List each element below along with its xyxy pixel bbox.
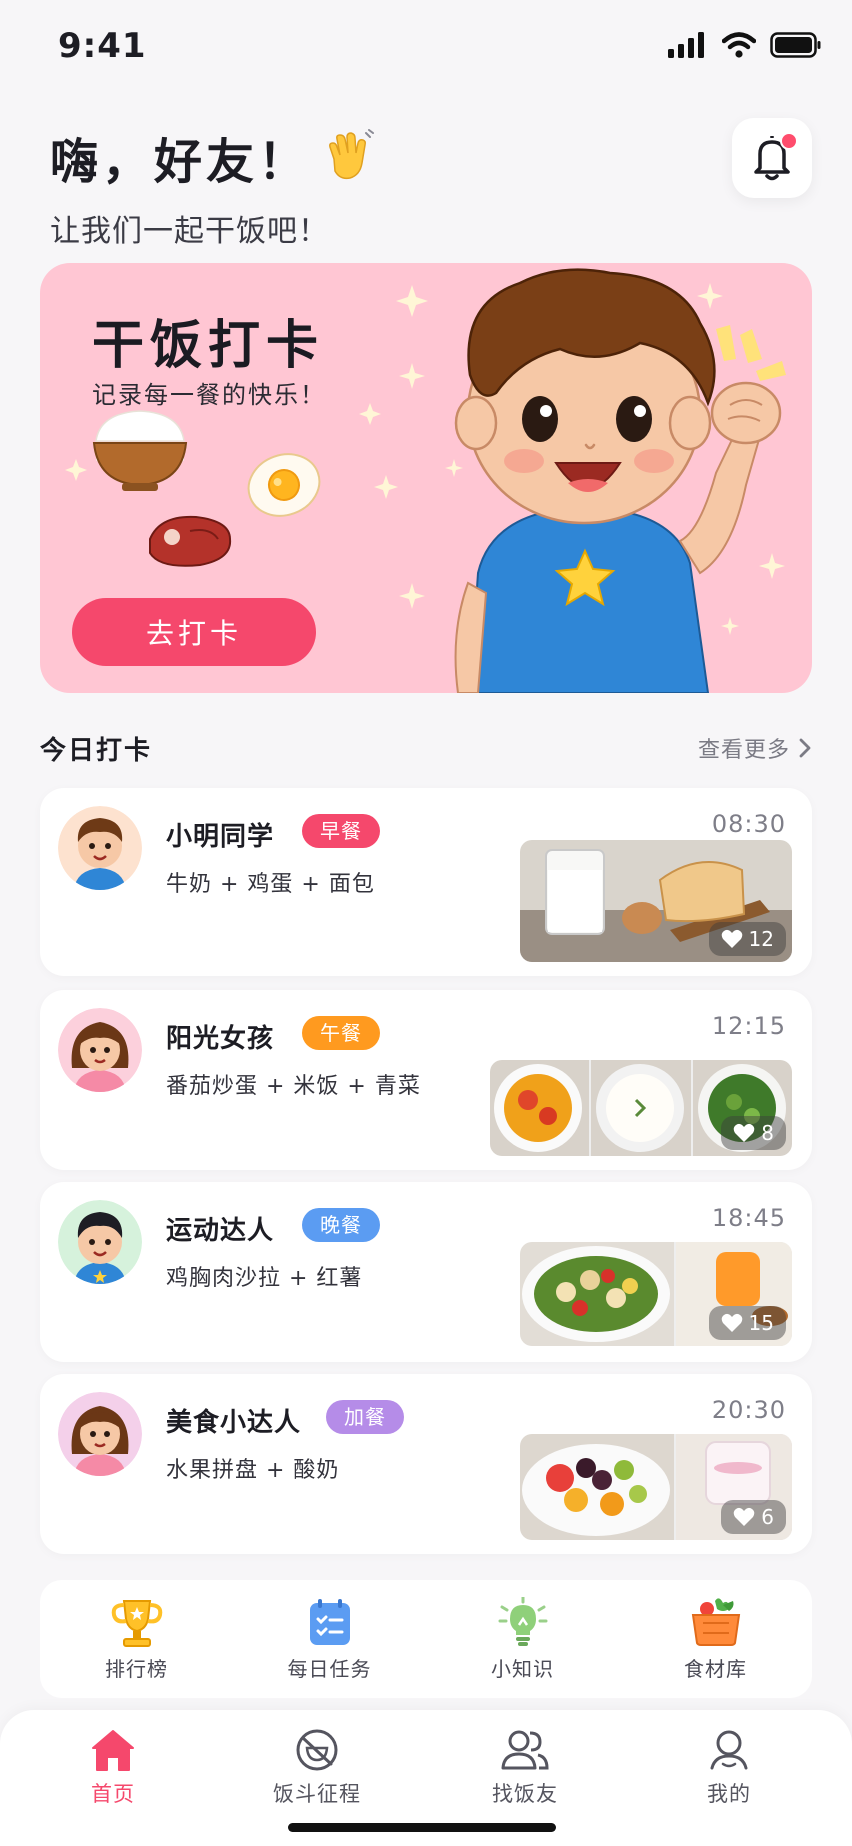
quick-label: 食材库 bbox=[684, 1656, 747, 1681]
home-indicator bbox=[288, 1823, 556, 1832]
checkin-card[interactable]: 美食小达人 加餐 水果拼盘 + 酸奶 20:30 6 bbox=[40, 1374, 812, 1554]
quick-actions: 排行榜 每日任务 小知识 食材库 bbox=[40, 1580, 812, 1698]
notification-dot bbox=[780, 132, 798, 150]
greeting-subtitle: 让我们一起干饭吧！ bbox=[50, 214, 329, 249]
quick-item-leaderboard[interactable]: 排行榜 bbox=[62, 1597, 212, 1682]
checkin-time: 08:30 bbox=[711, 810, 786, 838]
meal-tag: 早餐 bbox=[302, 814, 380, 848]
friends-icon bbox=[501, 1730, 549, 1770]
avatar bbox=[58, 1008, 142, 1092]
heart-icon bbox=[733, 1507, 755, 1526]
quick-item-daily-tasks[interactable]: 每日任务 bbox=[255, 1597, 405, 1682]
lightbulb-icon bbox=[498, 1596, 547, 1646]
likes-badge[interactable]: 15 bbox=[708, 1306, 786, 1340]
quick-label: 排行榜 bbox=[105, 1656, 168, 1681]
meal-description: 牛奶 + 鸡蛋 + 面包 bbox=[166, 872, 375, 897]
avatar bbox=[58, 1200, 142, 1284]
view-more-link[interactable]: 查看更多 bbox=[698, 732, 812, 764]
quick-item-tips[interactable]: 小知识 bbox=[448, 1596, 598, 1682]
trophy-icon bbox=[111, 1599, 162, 1647]
user-name: 运动达人 bbox=[166, 1216, 275, 1246]
meal-description: 鸡胸肉沙拉 + 红薯 bbox=[166, 1266, 363, 1291]
vegetable-basket-icon bbox=[691, 1597, 740, 1646]
wifi-icon bbox=[722, 32, 756, 58]
avatar bbox=[58, 806, 142, 890]
meal-tag: 晚餐 bbox=[302, 1208, 380, 1242]
bowl-journey-icon bbox=[296, 1729, 338, 1771]
likes-count: 6 bbox=[761, 1505, 774, 1529]
task-list-icon bbox=[309, 1598, 350, 1645]
tab-label: 找饭友 bbox=[492, 1782, 558, 1806]
chevron-right-icon bbox=[799, 738, 811, 758]
heart-icon bbox=[721, 929, 742, 948]
waving-hand-icon bbox=[329, 129, 375, 180]
meal-photo[interactable]: 15 bbox=[520, 1242, 792, 1346]
meal-tag: 午餐 bbox=[302, 1016, 380, 1050]
likes-count: 12 bbox=[748, 927, 774, 951]
tab-journey[interactable]: 饭斗征程 bbox=[242, 1728, 392, 1808]
meal-description: 水果拼盘 + 酸奶 bbox=[166, 1458, 340, 1483]
status-icons bbox=[668, 32, 822, 58]
meal-photo[interactable]: 8 bbox=[490, 1060, 792, 1156]
meal-photo[interactable]: 12 bbox=[520, 840, 792, 962]
section-title: 今日打卡 bbox=[40, 736, 153, 766]
greeting-title: 嗨，好友！ bbox=[50, 134, 311, 190]
avatar bbox=[58, 1392, 142, 1476]
user-name: 美食小达人 bbox=[166, 1408, 302, 1438]
notification-button[interactable] bbox=[732, 118, 812, 198]
meal-tag: 加餐 bbox=[326, 1400, 404, 1434]
quick-label: 小知识 bbox=[491, 1656, 554, 1681]
checkin-card[interactable]: 小明同学 早餐 牛奶 + 鸡蛋 + 面包 08:30 12 bbox=[40, 788, 812, 976]
tab-profile[interactable]: 我的 bbox=[654, 1728, 804, 1808]
battery-icon bbox=[770, 32, 821, 58]
status-bar: 9:41 bbox=[0, 0, 852, 90]
likes-count: 8 bbox=[761, 1121, 774, 1145]
meal-photo[interactable]: 6 bbox=[520, 1434, 792, 1540]
tab-home[interactable]: 首页 bbox=[38, 1728, 188, 1808]
quick-item-ingredients[interactable]: 食材库 bbox=[641, 1597, 791, 1682]
user-name: 小明同学 bbox=[166, 822, 275, 852]
tab-label: 我的 bbox=[707, 1782, 751, 1806]
signal-icon bbox=[668, 32, 704, 58]
tab-label: 首页 bbox=[91, 1782, 135, 1806]
likes-count: 15 bbox=[748, 1311, 774, 1335]
checkin-time: 18:45 bbox=[711, 1204, 786, 1232]
checkin-time: 20:30 bbox=[711, 1396, 786, 1424]
tab-label: 饭斗征程 bbox=[273, 1782, 361, 1806]
profile-icon bbox=[710, 1730, 748, 1770]
checkin-card[interactable]: 运动达人 晚餐 鸡胸肉沙拉 + 红薯 18:45 15 bbox=[40, 1182, 812, 1362]
user-name: 阳光女孩 bbox=[166, 1024, 275, 1054]
checkin-time: 12:15 bbox=[711, 1012, 786, 1040]
quick-label: 每日任务 bbox=[287, 1656, 372, 1681]
heart-icon bbox=[733, 1123, 755, 1142]
greeting-title-row: 嗨，好友！ bbox=[50, 122, 376, 192]
checkin-banner: 干饭打卡 记录每一餐的快乐！ 去打卡 bbox=[40, 263, 812, 693]
likes-badge[interactable]: 8 bbox=[721, 1116, 786, 1150]
meal-description: 番茄炒蛋 + 米饭 + 青菜 bbox=[166, 1074, 421, 1099]
view-more-label: 查看更多 bbox=[697, 738, 790, 763]
home-icon bbox=[92, 1730, 134, 1771]
heart-icon bbox=[721, 1313, 742, 1332]
checkin-card[interactable]: 阳光女孩 午餐 番茄炒蛋 + 米饭 + 青菜 12:15 8 bbox=[40, 990, 812, 1170]
status-time: 9:41 bbox=[58, 26, 147, 66]
today-checkin-header: 今日打卡 查看更多 bbox=[40, 730, 812, 770]
likes-badge[interactable]: 6 bbox=[721, 1500, 786, 1534]
banner-subtitle: 记录每一餐的快乐！ bbox=[92, 381, 326, 409]
likes-badge[interactable]: 12 bbox=[708, 922, 786, 956]
tab-find-friends[interactable]: 找饭友 bbox=[450, 1728, 600, 1808]
go-checkin-button[interactable]: 去打卡 bbox=[72, 598, 316, 666]
banner-title: 干饭打卡 bbox=[92, 316, 325, 376]
greeting: 嗨，好友！ 让我们一起干饭吧！ bbox=[50, 122, 376, 250]
